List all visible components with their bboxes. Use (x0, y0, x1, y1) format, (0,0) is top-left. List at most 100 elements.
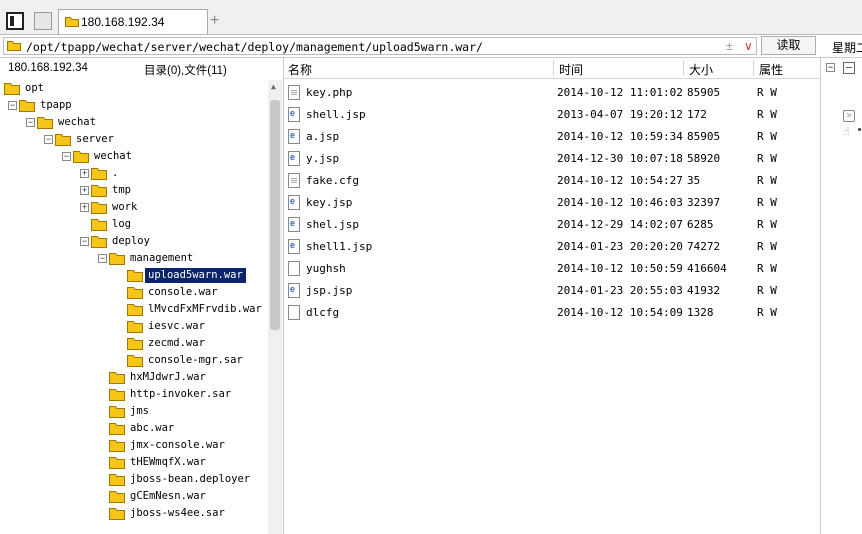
tree-node-label[interactable]: iesvc.war (145, 319, 208, 334)
tree-node-label[interactable]: deploy (109, 234, 153, 249)
folder-icon (91, 218, 107, 234)
folder-icon (127, 303, 143, 319)
tree-scrollbar[interactable]: ▲ (268, 80, 282, 534)
file-name: shel.jsp (306, 218, 359, 231)
hand-icon[interactable]: ☝ (843, 125, 855, 138)
tree-node-label[interactable]: work (109, 200, 140, 215)
tree-node-label[interactable]: jms (127, 404, 152, 419)
collapse-toggle[interactable]: − (98, 254, 107, 263)
file-attr: R W (757, 262, 777, 275)
file-size: 85905 (687, 86, 721, 99)
collapse-toggle[interactable]: − (26, 118, 35, 127)
file-row[interactable]: key.jsp 2014-10-12 10:46:03 32397 R W (284, 192, 820, 214)
file-name: dlcfg (306, 306, 340, 319)
expand-toggle[interactable]: + (80, 203, 89, 212)
read-button[interactable]: 读取 (761, 36, 816, 55)
column-divider[interactable] (683, 60, 684, 76)
scroll-up-icon[interactable]: ▲ (271, 82, 276, 91)
column-divider[interactable] (753, 60, 754, 76)
tree-node-label[interactable]: wechat (91, 149, 135, 164)
tree-node-label[interactable]: wechat (55, 115, 99, 130)
tree-node-label[interactable]: management (127, 251, 196, 266)
collapse-toggle[interactable]: − (826, 63, 835, 72)
collapse-toggle[interactable]: − (8, 101, 17, 110)
file-row[interactable]: jsp.jsp 2014-01-23 20:55:03 41932 R W (284, 280, 820, 302)
directory-tree: opt − tpapp − wechat − server − wechat +. + tmp + wor… (0, 80, 268, 534)
col-header-size[interactable]: 大小 (689, 61, 713, 78)
panel-icon[interactable] (843, 62, 855, 74)
tree-node-label[interactable]: http-invoker.sar (127, 387, 234, 402)
folder-icon (109, 490, 125, 506)
new-window-icon[interactable] (34, 12, 52, 30)
file-row[interactable]: key.php 2014-10-12 11:01:02 85905 R W (284, 82, 820, 104)
file-time: 2014-10-12 11:01:02 (557, 86, 683, 99)
file-row[interactable]: fake.cfg 2014-10-12 10:54:27 35 R W (284, 170, 820, 192)
col-header-attr[interactable]: 属性 (759, 61, 783, 78)
file-attr: R W (757, 152, 777, 165)
tree-node-label[interactable]: jboss-ws4ee.sar (127, 506, 228, 521)
tree-node-label[interactable]: console.war (145, 285, 221, 300)
tree-node-label[interactable]: zecmd.war (145, 336, 208, 351)
path-input[interactable]: /opt/tpapp/wechat/server/wechat/deploy/m… (3, 37, 757, 55)
tree-node-label[interactable]: gCEmNesn.war (127, 489, 209, 504)
tree-node-label[interactable]: tpapp (37, 98, 75, 113)
file-list-header: 名称 时间 大小 属性 (284, 58, 820, 79)
file-size: 74272 (687, 240, 721, 253)
file-row[interactable]: shell.jsp 2013-04-07 19:20:12 172 R W (284, 104, 820, 126)
file-size: 32397 (687, 196, 721, 209)
tree-node-label[interactable]: abc.war (127, 421, 177, 436)
col-header-name[interactable]: 名称 (288, 61, 312, 78)
col-header-time[interactable]: 时间 (559, 61, 583, 78)
column-divider[interactable] (553, 60, 554, 76)
file-name: key.jsp (306, 196, 353, 209)
tab-title: 180.168.192.34 (81, 15, 165, 29)
file-size: 1328 (687, 306, 714, 319)
folder-icon (109, 252, 125, 268)
expand-toggle[interactable]: + (80, 169, 89, 178)
tree-node-label[interactable]: lMvcdFxMFrvdib.war (145, 302, 265, 317)
panel-toggle-icon[interactable] (6, 12, 24, 30)
tree-node-label[interactable]: . (109, 166, 121, 181)
file-row[interactable]: a.jsp 2014-10-12 10:59:34 85905 R W (284, 126, 820, 148)
plus-minus-icon[interactable]: ± (726, 39, 733, 53)
collapse-toggle[interactable]: − (80, 237, 89, 246)
path-text: /opt/tpapp/wechat/server/wechat/deploy/m… (26, 40, 483, 54)
collapse-toggle[interactable]: − (62, 152, 71, 161)
tree-node-label[interactable]: console-mgr.sar (145, 353, 246, 368)
tree-node-label[interactable]: tmp (109, 183, 134, 198)
chevron-down-icon[interactable]: ∨ (744, 39, 753, 53)
file-name: a.jsp (306, 130, 340, 143)
file-name: key.php (306, 86, 353, 99)
file-size: 58920 (687, 152, 721, 165)
tree-node-label[interactable]: tHEWmqfX.war (127, 455, 209, 470)
file-size: 416604 (687, 262, 727, 275)
tree-node-label[interactable]: hxMJdwrJ.war (127, 370, 209, 385)
scrollbar-thumb[interactable] (270, 100, 280, 330)
tree-node-label[interactable]: jboss-bean.deployer (127, 472, 253, 487)
jsp-file-icon (288, 151, 300, 166)
file-row[interactable]: shel.jsp 2014-12-29 14:02:07 6285 R W (284, 214, 820, 236)
folder-icon (37, 116, 53, 132)
folder-icon (73, 150, 89, 166)
tree-node-label[interactable]: upload5warn.war (145, 268, 246, 283)
address-bar: /opt/tpapp/wechat/server/wechat/deploy/m… (0, 35, 862, 58)
tree-node-label[interactable]: log (109, 217, 134, 232)
expand-toggle[interactable]: + (80, 186, 89, 195)
add-tab-button[interactable]: + (210, 12, 219, 30)
file-time: 2014-10-12 10:59:34 (557, 130, 683, 143)
collapse-toggle[interactable]: − (44, 135, 53, 144)
directory-tree-panel: 180.168.192.34 目录(0),文件(11) opt − tpapp − we… (0, 58, 284, 534)
file-name: shell.jsp (306, 108, 366, 121)
terminal-icon[interactable]: > (843, 110, 855, 122)
file-time: 2014-10-12 10:54:27 (557, 174, 683, 187)
tab-host[interactable]: 180.168.192.34 (58, 9, 208, 34)
file-name: jsp.jsp (306, 284, 353, 297)
file-row[interactable]: dlcfg 2014-10-12 10:54:09 1328 R W (284, 302, 820, 324)
tree-node-label[interactable]: opt (22, 81, 47, 96)
file-row[interactable]: y.jsp 2014-12-30 10:07:18 58920 R W (284, 148, 820, 170)
tree-node-label[interactable]: server (73, 132, 117, 147)
tree-node-label[interactable]: jmx-console.war (127, 438, 228, 453)
folder-icon (109, 371, 125, 387)
file-row[interactable]: yughsh 2014-10-12 10:50:59 416604 R W (284, 258, 820, 280)
file-row[interactable]: shell1.jsp 2014-01-23 20:20:20 74272 R W (284, 236, 820, 258)
